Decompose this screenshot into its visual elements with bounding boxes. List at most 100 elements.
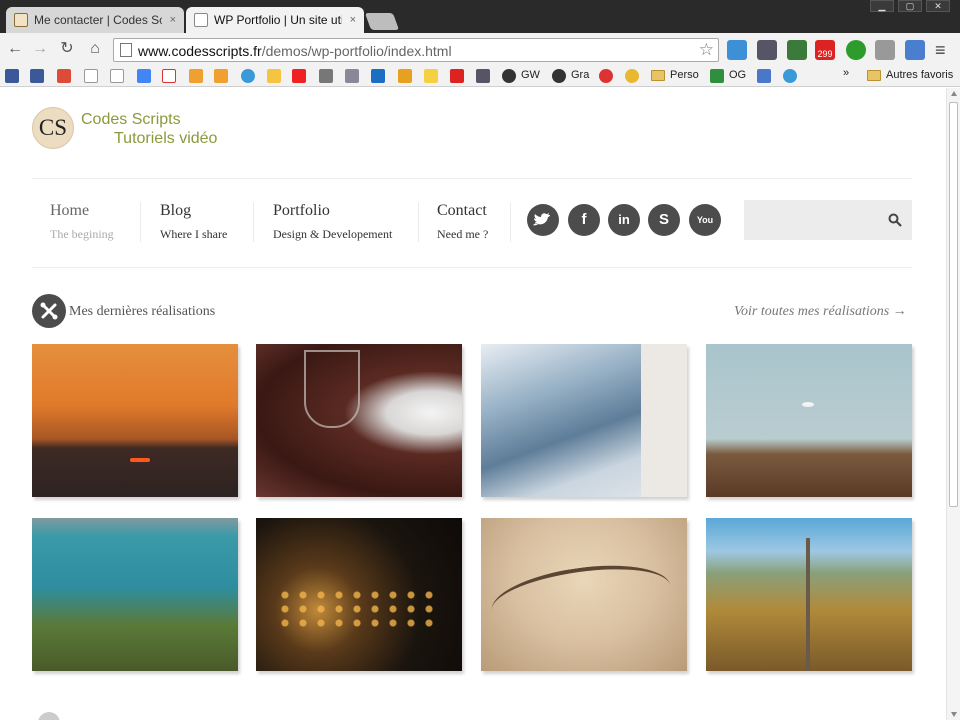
maximize-button[interactable]: ▢ [898,0,922,12]
tab-close-icon[interactable]: × [170,7,176,33]
scroll-up-icon[interactable] [951,91,957,96]
nav-title: Blog [160,202,192,219]
portfolio-item[interactable] [256,518,462,671]
screen-extension-icon[interactable] [905,40,925,60]
nav-divider [253,202,254,242]
forward-icon[interactable]: → [31,40,49,58]
portfolio-item[interactable] [481,344,687,497]
grid-bookmark-icon[interactable] [345,69,359,83]
search-input[interactable] [744,200,912,240]
puzzle-extension-icon[interactable] [757,40,777,60]
blue-bookmark-icon[interactable] [241,69,255,83]
y-bookmark-icon[interactable] [476,69,490,83]
menu-icon[interactable]: ≡ [935,40,955,60]
google-bookmark-icon[interactable] [137,69,151,83]
nav-item-contact[interactable]: Contact Need me ? [437,202,488,242]
section-title: Mes dernières réalisations [69,304,216,319]
twitter-icon[interactable] [527,204,559,236]
linkedin-icon[interactable]: in [608,204,640,236]
nav-subtitle: The begining [50,227,114,241]
red-bookmark-icon[interactable] [599,69,613,83]
address-bar[interactable]: www.codesscripts.fr/demos/wp-portfolio/i… [113,38,719,62]
portfolio-item[interactable] [32,518,238,671]
site-logo[interactable]: CS [32,107,74,149]
github-bookmark-icon[interactable] [502,69,516,83]
window-controls: ▁ ▢ ✕ [870,0,950,12]
yellow-bookmark-icon[interactable] [424,69,438,83]
page-bookmark-icon[interactable] [84,69,98,83]
portfolio-item[interactable] [256,344,462,497]
reload-icon[interactable]: ↻ [58,40,76,58]
globe-bookmark-icon[interactable] [783,69,797,83]
dried-plant [487,555,675,641]
facebook-bookmark-icon[interactable] [30,69,44,83]
back-icon[interactable]: ← [6,40,24,58]
search-extension-icon[interactable] [787,40,807,60]
extension-badge: 299 [817,49,833,59]
nav-title: Contact [437,202,487,219]
page-icon [120,43,132,57]
see-all-link[interactable]: Voir toutes mes réalisations → [734,304,907,320]
home-icon[interactable]: ⌂ [86,40,104,58]
circle-extension-icon[interactable] [846,40,866,60]
orange-bookmark-icon[interactable] [189,69,203,83]
youtube-icon[interactable]: You [689,204,721,236]
nav-divider [418,202,419,242]
portfolio-item[interactable] [706,518,912,671]
minimize-button[interactable]: ▁ [870,0,894,12]
youtube-bookmark-icon[interactable] [450,69,464,83]
page-bookmark-icon[interactable] [110,69,124,83]
portfolio-item[interactable] [706,344,912,497]
nav-subtitle: Need me ? [437,227,489,241]
orange-bookmark-icon[interactable] [398,69,412,83]
googleplus-bookmark-icon[interactable] [57,69,71,83]
facebook-bookmark-icon[interactable] [5,69,19,83]
tab-label: Me contacter | Codes Scrip [34,13,162,27]
bookmark-star-icon[interactable]: ☆ [699,40,714,60]
bookmarks-overflow[interactable]: » [843,67,849,79]
bookmark-perso[interactable]: Perso [670,69,699,81]
next-section-icon [38,712,60,720]
bookmark-gra[interactable]: Gra [571,69,589,81]
mail-extension-icon[interactable]: 299 [815,40,835,60]
nav-item-portfolio[interactable]: Portfolio Design & Developement [273,202,392,242]
bookmark-other[interactable]: Autres favoris [886,69,953,81]
nav-subtitle: Design & Developement [273,227,393,241]
yellow-bookmark-icon[interactable] [267,69,281,83]
tab-contact[interactable]: Me contacter | Codes Scrip × [6,7,184,33]
nav-item-home[interactable]: Home The begining [50,202,114,242]
bookmark-gw[interactable]: GW [521,69,540,81]
skype-icon[interactable]: S [648,204,680,236]
youtube-bookmark-icon[interactable] [292,69,306,83]
github-bookmark-icon[interactable] [552,69,566,83]
url-text[interactable]: www.codesscripts.fr/demos/wp-portfolio/i… [138,43,452,59]
blue-bookmark-icon[interactable] [757,69,771,83]
portfolio-item[interactable] [32,344,238,497]
orange-bookmark-icon[interactable] [214,69,228,83]
tab-label: WP Portfolio | Un site utilis [214,13,342,27]
logo-line-2[interactable]: Tutoriels vidéo [114,130,217,148]
translate-extension-icon[interactable] [727,40,747,60]
tab-portfolio[interactable]: WP Portfolio | Un site utilis × [186,7,364,33]
gmail-bookmark-icon[interactable] [162,69,176,83]
b-bookmark-icon[interactable] [371,69,385,83]
scrollbar-thumb[interactable] [949,102,958,507]
site-favicon-icon [14,13,28,27]
logo-line-1[interactable]: Codes Scripts [81,111,181,129]
bookmark-og[interactable]: OG [729,69,746,81]
scroll-down-icon[interactable] [951,712,957,717]
tab-close-icon[interactable]: × [350,7,356,33]
c-bookmark-icon[interactable] [625,69,639,83]
green-bookmark-icon[interactable] [710,69,724,83]
grey-bookmark-icon[interactable] [319,69,333,83]
close-window-button[interactable]: ✕ [926,0,950,12]
folder-icon [867,70,881,81]
facebook-icon[interactable]: f [568,204,600,236]
page-scrollbar[interactable] [946,88,960,720]
new-tab-button[interactable] [364,13,400,30]
download-extension-icon[interactable] [875,40,895,60]
nav-item-blog[interactable]: Blog Where I share [160,202,227,242]
portfolio-item[interactable] [481,518,687,671]
search-icon[interactable] [888,213,902,227]
browser-titlebar: Me contacter | Codes Scrip × WP Portfoli… [0,0,960,33]
